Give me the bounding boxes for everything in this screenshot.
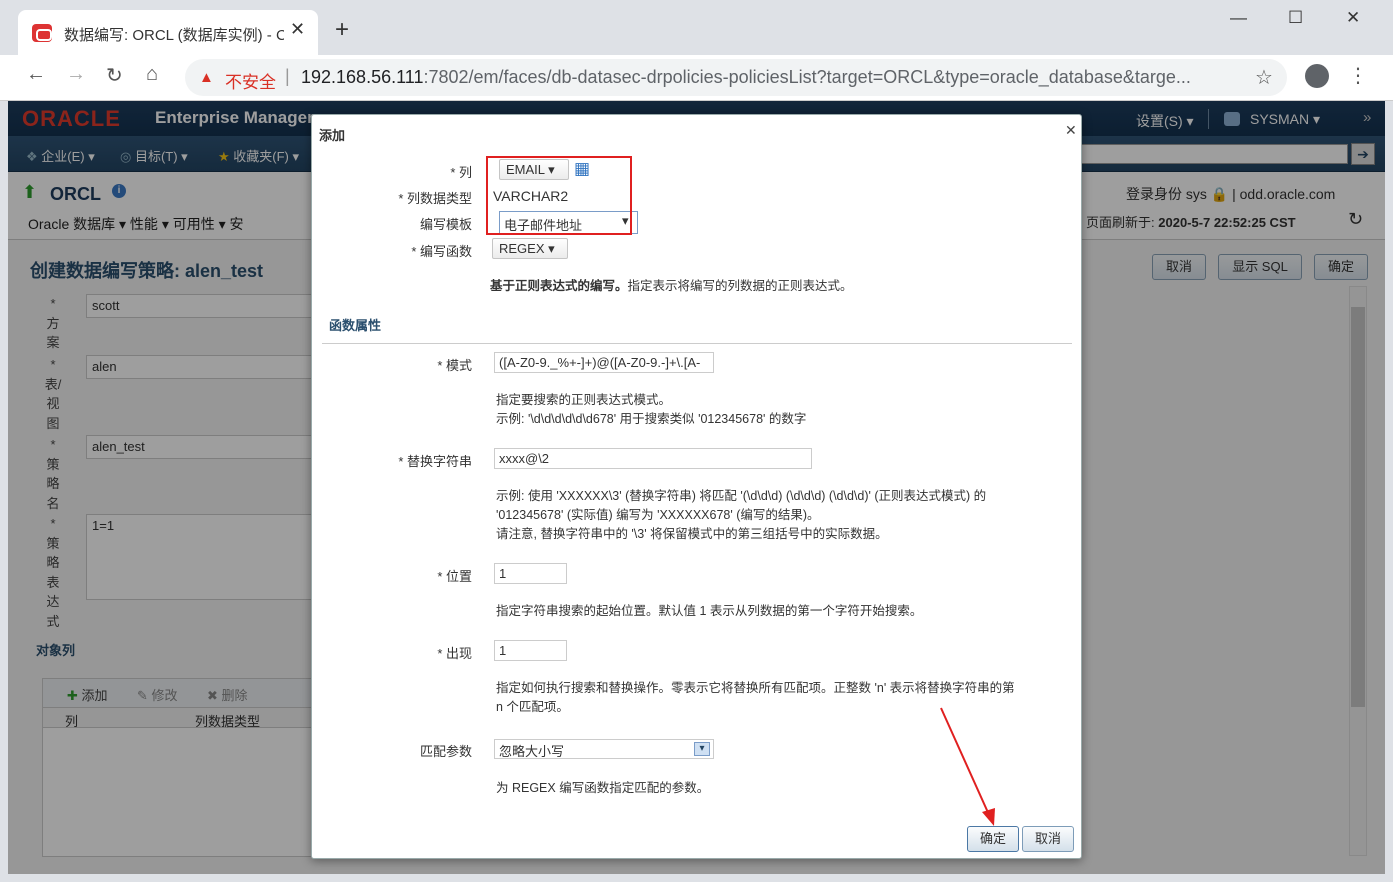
occurrence-help-1: 指定如何执行搜索和替换操作。零表示它将替换所有匹配项。正整数 'n' 表示将替换… [496, 681, 1015, 695]
insecure-label: 不安全 [225, 73, 276, 92]
back-icon[interactable]: ← [26, 63, 46, 86]
function-label: * 编写函数 [411, 244, 472, 259]
match-param-dropdown-icon: ▾ [694, 742, 710, 756]
replace-help-3: 请注意, 替换字符串中的 '\3' 将保留模式中的第三组括号中的实际数据。 [496, 527, 888, 541]
dialog-title: 添加 [319, 128, 346, 143]
column-label: * 列 [450, 165, 472, 180]
reload-icon[interactable]: ↻ [106, 63, 123, 88]
maximize-icon[interactable]: ☐ [1288, 8, 1303, 28]
section-title: 函数属性 [329, 318, 382, 333]
section-divider [322, 343, 1072, 344]
url-path: :7802/em/faces/db-datasec-drpolicies-pol… [423, 67, 1191, 87]
match-param-label: 匹配参数 [419, 744, 472, 759]
replace-label: * 替换字符串 [398, 454, 472, 469]
browser-tab-strip: 数据编写: ORCL (数据库实例) - C ✕ + — ☐ ✕ [0, 0, 1393, 55]
url-host: 192.168.56.111 [301, 67, 424, 87]
function-description: 基于正则表达式的编写。指定表示将编写的列数据的正则表达式。 [490, 277, 853, 296]
add-column-dialog: 添加 ✕ * 列 EMAIL ▾ ▦ * 列数据类型 VARCHAR2 编写模板… [311, 114, 1082, 859]
occurrence-help-2: n 个匹配项。 [496, 700, 569, 714]
browser-tab[interactable]: 数据编写: ORCL (数据库实例) - C ✕ [18, 10, 318, 55]
position-field[interactable]: 1 [494, 563, 567, 584]
url-separator: | [285, 66, 290, 86]
column-type-label: * 列数据类型 [398, 191, 472, 206]
function-select[interactable]: REGEX ▾ [492, 238, 568, 259]
annotation-highlight-box [486, 156, 632, 235]
pattern-help-1: 指定要搜索的正则表达式模式。 [496, 393, 672, 407]
dialog-close-icon[interactable]: ✕ [1065, 122, 1077, 139]
warning-icon: ▲ [199, 69, 214, 86]
profile-avatar-icon[interactable] [1305, 64, 1329, 88]
template-label: 编写模板 [419, 217, 472, 232]
pattern-field[interactable]: ([A-Z0-9._%+-]+)@([A-Z0-9.-]+\.[A- [494, 352, 714, 373]
tab-close-icon[interactable]: ✕ [290, 19, 305, 40]
browser-menu-icon[interactable]: ⋮ [1348, 63, 1368, 88]
occurrence-label: * 出现 [437, 646, 472, 661]
match-param-select[interactable]: 忽略大小写 ▾ [494, 739, 714, 759]
tab-title: 数据编写: ORCL (数据库实例) - C [64, 27, 284, 44]
function-desc-rest: 指定表示将编写的列数据的正则表达式。 [627, 279, 853, 293]
pattern-help-2: 示例: '\d\d\d\d\d\d678' 用于搜索类似 '012345678'… [496, 412, 807, 426]
oracle-favicon-icon [32, 24, 52, 42]
new-tab-icon[interactable]: + [335, 18, 349, 42]
forward-icon[interactable]: → [66, 63, 86, 86]
dialog-cancel-button[interactable]: 取消 [1022, 826, 1074, 852]
pattern-label: * 模式 [437, 358, 472, 373]
function-desc-bold: 基于正则表达式的编写。 [490, 279, 628, 293]
window-close-icon[interactable]: ✕ [1346, 8, 1360, 28]
occurrence-field[interactable]: 1 [494, 640, 567, 661]
replace-help-1: 示例: 使用 'XXXXXX\3' (替换字符串) 将匹配 '(\d\d\d) … [496, 489, 987, 503]
replace-help-2: '012345678' (实际值) 编写为 'XXXXXX678' (编写的结果… [496, 508, 820, 522]
replace-field[interactable]: xxxx@\2 [494, 448, 812, 469]
home-icon[interactable]: ⌂ [146, 63, 158, 86]
minimize-icon[interactable]: — [1230, 8, 1247, 28]
url-text: 192.168.56.111:7802/em/faces/db-datasec-… [301, 67, 1241, 88]
bookmark-star-icon[interactable]: ☆ [1255, 65, 1273, 90]
position-label: * 位置 [437, 569, 472, 584]
match-param-help: 为 REGEX 编写函数指定匹配的参数。 [496, 781, 710, 795]
position-help: 指定字符串搜索的起始位置。默认值 1 表示从列数据的第一个字符开始搜索。 [496, 604, 923, 618]
url-input[interactable]: ▲ 不安全 | 192.168.56.111:7802/em/faces/db-… [185, 59, 1287, 96]
address-bar: ← → ↻ ⌂ ▲ 不安全 | 192.168.56.111:7802/em/f… [0, 55, 1393, 101]
dialog-ok-button[interactable]: 确定 [967, 826, 1019, 852]
match-param-value: 忽略大小写 [499, 744, 565, 759]
